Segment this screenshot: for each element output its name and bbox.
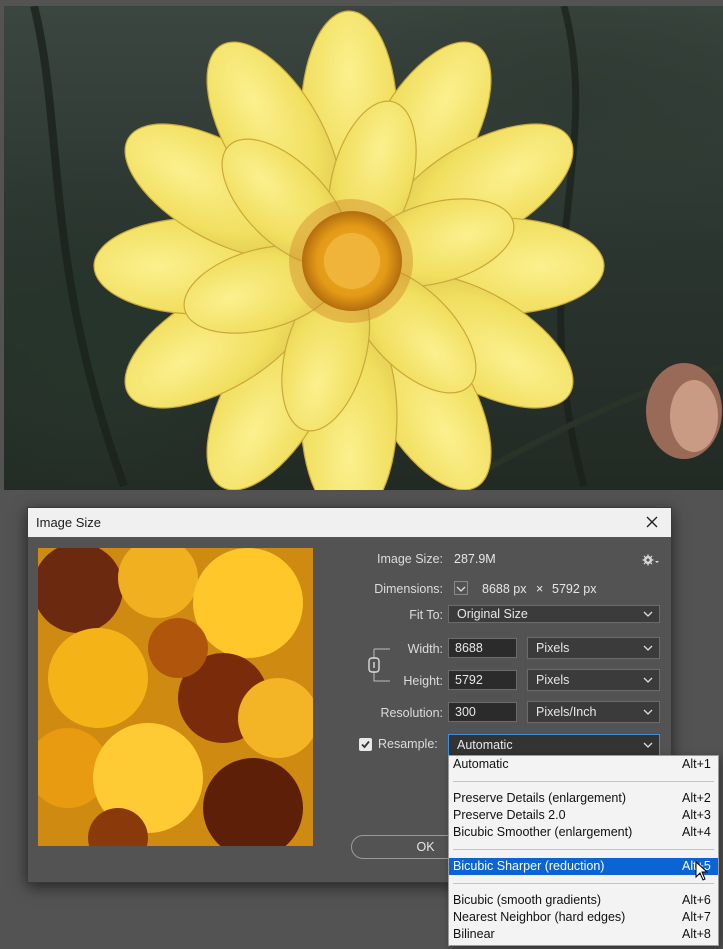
chevron-down-icon xyxy=(643,611,653,617)
dimensions-height: 5792 px xyxy=(552,582,597,596)
menu-item-shortcut: Alt+3 xyxy=(682,808,711,822)
resample-checkbox[interactable] xyxy=(359,738,372,751)
menu-item-bicubic-smoother[interactable]: Bicubic Smoother (enlargement) Alt+4 xyxy=(449,824,718,841)
menu-item-shortcut: Alt+2 xyxy=(682,791,711,805)
mouse-pointer-icon xyxy=(695,860,709,886)
menu-item-label: Bilinear xyxy=(453,927,495,941)
resolution-unit-select[interactable]: Pixels/Inch xyxy=(527,701,660,723)
close-icon[interactable] xyxy=(641,511,663,533)
menu-item-bicubic[interactable]: Bicubic (smooth gradients) Alt+6 xyxy=(449,892,718,909)
menu-separator xyxy=(453,781,714,782)
chevron-down-icon xyxy=(643,709,653,715)
menu-item-label: Nearest Neighbor (hard edges) xyxy=(453,910,626,924)
width-unit-value: Pixels xyxy=(536,641,570,655)
preview-image[interactable] xyxy=(38,548,313,846)
dialog-titlebar: Image Size xyxy=(28,508,671,537)
menu-item-nearest-neighbor[interactable]: Nearest Neighbor (hard edges) Alt+7 xyxy=(449,909,718,926)
menu-separator xyxy=(453,883,714,884)
menu-item-preserve-details[interactable]: Preserve Details (enlargement) Alt+2 xyxy=(449,790,718,807)
resolution-input[interactable]: 300 xyxy=(448,702,517,722)
dimensions-times: × xyxy=(536,582,544,596)
resample-menu: Automatic Alt+1 Preserve Details (enlarg… xyxy=(448,755,719,946)
dimensions-label: Dimensions: xyxy=(374,582,443,596)
fit-to-select[interactable]: Original Size xyxy=(448,605,660,623)
checkmark-icon xyxy=(361,740,370,749)
gear-icon[interactable] xyxy=(642,553,660,567)
resample-value: Automatic xyxy=(457,738,513,752)
menu-item-shortcut: Alt+8 xyxy=(682,927,711,941)
width-unit-select[interactable]: Pixels xyxy=(527,637,660,659)
resolution-label: Resolution: xyxy=(380,706,443,720)
width-label: Width: xyxy=(407,642,443,656)
menu-item-shortcut: Alt+1 xyxy=(682,757,711,771)
image-size-label: Image Size: xyxy=(376,552,443,566)
menu-separator xyxy=(453,849,714,850)
height-unit-select[interactable]: Pixels xyxy=(527,669,660,691)
menu-item-bilinear[interactable]: Bilinear Alt+8 xyxy=(449,926,718,943)
chevron-down-icon xyxy=(643,742,653,748)
resample-select[interactable]: Automatic xyxy=(448,734,660,756)
dahlia-flower-image xyxy=(30,6,723,490)
menu-item-shortcut: Alt+4 xyxy=(682,825,711,839)
height-input[interactable]: 5792 xyxy=(448,670,517,690)
menu-item-label: Preserve Details (enlargement) xyxy=(453,791,626,805)
menu-item-label: Preserve Details 2.0 xyxy=(453,808,566,822)
chevron-down-icon xyxy=(643,645,653,651)
dimensions-width: 8688 px xyxy=(482,582,527,596)
height-unit-value: Pixels xyxy=(536,673,570,687)
dimensions-dropdown-icon[interactable] xyxy=(454,581,468,595)
menu-item-preserve-details-2[interactable]: Preserve Details 2.0 Alt+3 xyxy=(449,807,718,824)
menu-item-shortcut: Alt+6 xyxy=(682,893,711,907)
menu-item-label: Bicubic Smoother (enlargement) xyxy=(453,825,633,839)
menu-item-shortcut: Alt+7 xyxy=(682,910,711,924)
menu-item-automatic[interactable]: Automatic Alt+1 xyxy=(449,756,718,773)
menu-item-label: Bicubic (smooth gradients) xyxy=(453,893,601,907)
resample-label: Resample: xyxy=(378,737,438,751)
fit-to-value: Original Size xyxy=(457,607,528,621)
menu-item-bicubic-sharper[interactable]: Bicubic Sharper (reduction) Alt+5 xyxy=(449,858,718,875)
image-size-value: 287.9M xyxy=(454,552,496,566)
menu-item-label: Bicubic Sharper (reduction) xyxy=(453,859,605,873)
height-label: Height: xyxy=(403,674,443,688)
chevron-down-icon xyxy=(643,677,653,683)
resolution-unit-value: Pixels/Inch xyxy=(536,705,597,719)
dialog-title: Image Size xyxy=(36,515,102,530)
menu-item-label: Automatic xyxy=(453,757,509,771)
width-input[interactable]: 8688 xyxy=(448,638,517,658)
background-photo xyxy=(4,6,723,490)
fit-to-label: Fit To: xyxy=(409,608,443,622)
